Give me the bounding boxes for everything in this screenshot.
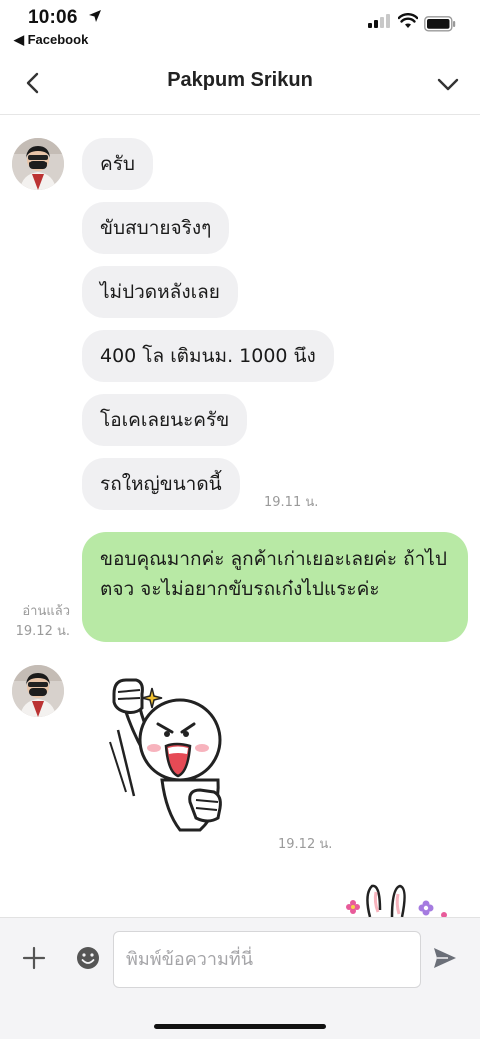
message-bubble-incoming[interactable]: ไม่ปวดหลังเลย: [82, 266, 238, 318]
signal-icon: [368, 14, 390, 28]
plus-icon[interactable]: [20, 944, 48, 972]
battery-icon: [424, 16, 456, 32]
message-bubble-incoming[interactable]: 400 โล เติมนม. 1000 นึง: [82, 330, 334, 382]
message-input[interactable]: [113, 931, 421, 988]
send-icon[interactable]: [432, 946, 458, 970]
sticker-bunny-partial[interactable]: [340, 880, 450, 917]
emoji-icon[interactable]: [74, 944, 102, 972]
message-timestamp: 19.12 น.: [15, 624, 70, 639]
message-bubble-incoming[interactable]: โอเคเลยนะครัข: [82, 394, 248, 446]
avatar[interactable]: [12, 665, 64, 717]
wifi-icon: [398, 13, 418, 28]
message-bubble-incoming[interactable]: ครับ: [82, 138, 153, 190]
message-timestamp: 19.12 น.: [278, 837, 333, 852]
location-arrow-icon: [89, 10, 101, 22]
read-label: อ่านแล้ว: [22, 604, 70, 619]
home-indicator: [154, 1024, 326, 1029]
message-bubble-incoming[interactable]: รถใหญ่ขนาดนี้: [82, 458, 240, 510]
status-time: 10:06: [28, 7, 78, 28]
status-bar: 10:06 ◀ Facebook: [0, 0, 480, 50]
chat-title: Pakpum Srikun: [167, 69, 313, 91]
chevron-down-icon[interactable]: [434, 72, 462, 96]
back-to-facebook-link[interactable]: ◀ Facebook: [14, 32, 88, 48]
message-input-bar: [0, 917, 480, 1039]
message-timestamp: 19.11 น.: [264, 495, 319, 510]
avatar[interactable]: [12, 138, 64, 190]
read-receipt: อ่านแล้ว 19.12 น.: [2, 602, 70, 642]
message-bubble-outgoing[interactable]: ขอบคุณมากค่ะ ลูกค้าเก่าเยอะเลยค่ะ ถ้าไป …: [82, 532, 468, 642]
chat-header: Pakpum Srikun: [0, 52, 480, 115]
message-bubble-incoming[interactable]: ขับสบายจริงๆ: [82, 202, 230, 254]
sticker-cheer[interactable]: [96, 672, 256, 842]
